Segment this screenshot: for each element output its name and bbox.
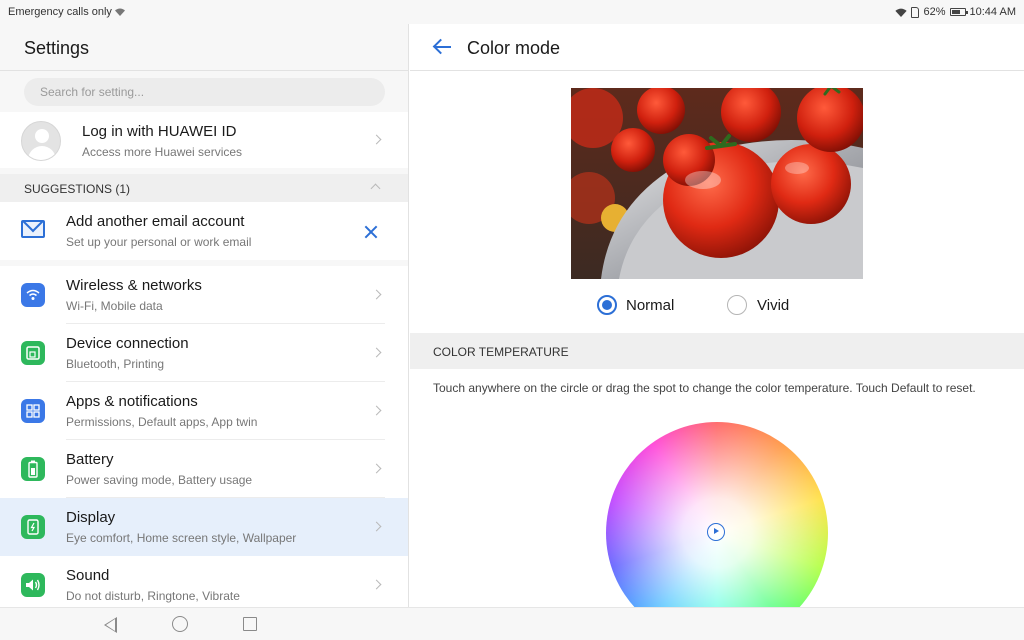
chevron-right-icon [371,463,382,474]
sidebar-item-sound[interactable]: Sound Do not disturb, Ringtone, Vibrate [0,556,408,607]
menu-item-subtitle: Do not disturb, Ringtone, Vibrate [66,589,240,603]
chevron-right-icon [371,405,382,416]
account-subtitle: Access more Huawei services [82,145,243,159]
color-mode-pane: Color mode Normal Vivid COLOR TEMPERATUR… [410,24,1024,640]
settings-menu: Wireless & networks Wi-Fi, Mobile data D… [0,266,408,607]
chevron-right-icon [371,289,382,300]
back-arrow-icon[interactable] [432,38,452,56]
menu-item-title: Apps & notifications [66,393,198,410]
status-bar: Emergency calls only 62% 10:44 AM [0,0,1024,24]
battery-icon [21,457,45,481]
search-input[interactable]: Search for setting... [24,78,385,106]
nav-home-icon[interactable] [172,616,188,632]
avatar [21,121,61,161]
menu-item-subtitle: Power saving mode, Battery usage [66,473,253,487]
chevron-up-icon[interactable] [370,183,381,194]
navigation-bar [0,607,1024,640]
color-temperature-header: COLOR TEMPERATURE [410,333,1024,369]
apps-icon [21,399,45,423]
wifi-status-icon [895,8,908,17]
color-preview-image [571,88,863,279]
detail-title: Color mode [467,38,561,58]
menu-item-subtitle: Eye comfort, Home screen style, Wallpape… [66,531,297,545]
clock: 10:44 AM [969,6,1016,18]
battery-status-icon [949,8,968,16]
suggestions-label: SUGGESTIONS (1) [24,182,131,196]
sidebar-item-device-connection[interactable]: Device connection Bluetooth, Printing [0,324,408,382]
menu-item-title: Wireless & networks [66,277,202,294]
sim-icon [911,6,920,18]
mail-icon [21,220,45,238]
chevron-right-icon [371,347,382,358]
wifi-icon [21,283,45,307]
sidebar-item-apps-notifications[interactable]: Apps & notifications Permissions, Defaul… [0,382,408,440]
battery-percent: 62% [923,6,946,18]
chevron-right-icon [371,134,382,145]
radio-vivid[interactable] [727,295,747,315]
dismiss-suggestion-close-icon[interactable] [363,224,379,240]
wifi-small-icon [114,8,125,16]
suggestions-header[interactable]: SUGGESTIONS (1) [0,174,408,202]
huawei-id-login-row[interactable]: Log in with HUAWEI ID Access more Huawei… [0,112,408,168]
menu-item-title: Display [66,509,116,526]
network-status-text: Emergency calls only [8,6,112,18]
account-title: Log in with HUAWEI ID [82,123,237,140]
sidebar-item-display[interactable]: Display Eye comfort, Home screen style, … [0,498,408,556]
device-connection-icon [21,341,45,365]
suggestion-add-email[interactable]: Add another email account Set up your pe… [0,202,408,260]
settings-pane: Settings Search for setting... Log in wi… [0,24,409,607]
sidebar-item-wireless-networks[interactable]: Wireless & networks Wi-Fi, Mobile data [0,266,408,324]
suggestion-subtitle: Set up your personal or work email [66,235,252,249]
menu-item-subtitle: Wi-Fi, Mobile data [66,299,163,313]
header-divider [0,70,408,71]
header-divider [410,70,1024,71]
radio-normal-label[interactable]: Normal [626,297,674,314]
chevron-right-icon [371,521,382,532]
status-left: Emergency calls only [8,6,125,18]
menu-item-subtitle: Permissions, Default apps, App twin [66,415,258,429]
menu-item-title: Device connection [66,335,189,352]
display-icon [21,515,45,539]
color-temperature-label: COLOR TEMPERATURE [433,345,569,359]
sidebar-item-battery[interactable]: Battery Power saving mode, Battery usage [0,440,408,498]
chevron-right-icon [371,579,382,590]
menu-item-subtitle: Bluetooth, Printing [66,357,165,371]
status-right: 62% 10:44 AM [895,6,1016,18]
nav-back-icon[interactable] [104,617,117,633]
tomatoes-illustration [571,88,863,279]
color-mode-radio-group: Normal Vivid [410,294,1024,320]
page-title: Settings [24,38,90,58]
suggestion-title: Add another email account [66,213,245,230]
menu-item-title: Battery [66,451,114,468]
color-temperature-description: Touch anywhere on the circle or drag the… [433,381,976,395]
color-spot-handle[interactable] [707,523,725,541]
menu-item-title: Sound [66,567,110,584]
nav-recents-icon[interactable] [243,617,257,631]
radio-normal[interactable] [597,295,617,315]
radio-vivid-label[interactable]: Vivid [757,297,789,314]
sound-icon [21,573,45,597]
